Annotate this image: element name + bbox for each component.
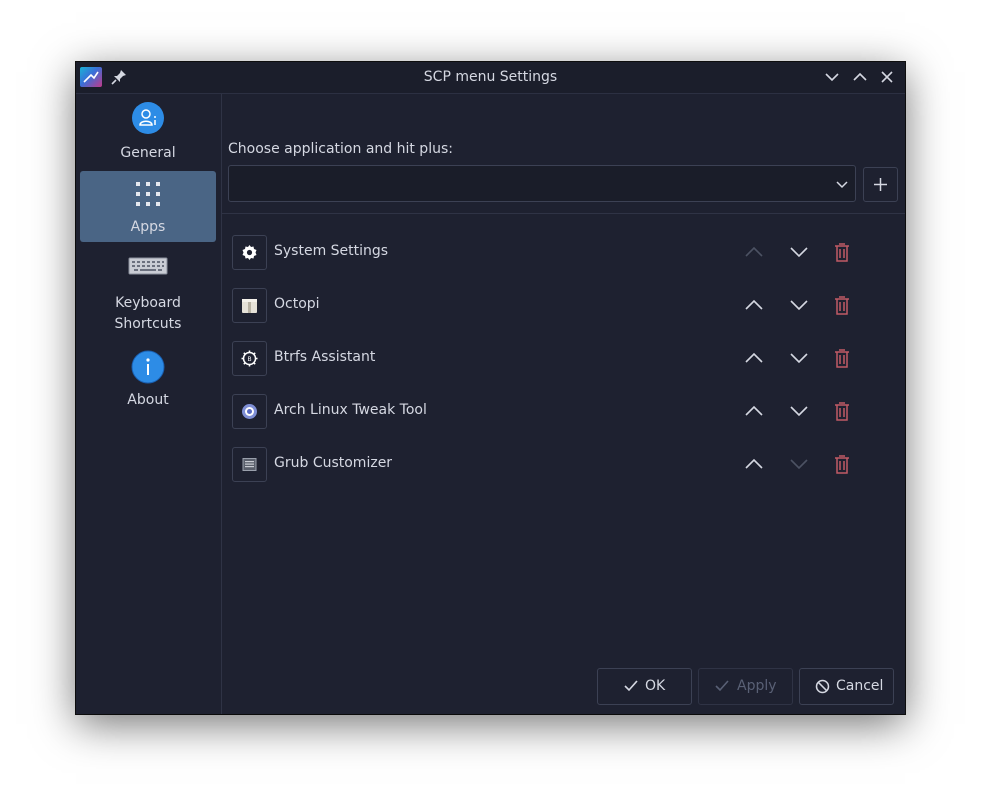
app-icon-frame: B <box>232 341 267 376</box>
trash-icon[interactable] <box>831 241 853 263</box>
trash-icon[interactable] <box>831 347 853 369</box>
maximize-button[interactable] <box>852 69 868 85</box>
move-down-button[interactable] <box>788 400 810 422</box>
check-icon <box>715 680 729 692</box>
sidebar-item-label: General <box>120 145 176 161</box>
move-up-button[interactable] <box>743 347 765 369</box>
apply-button[interactable]: Apply <box>698 668 793 705</box>
sidebar-item-general[interactable]: General <box>80 98 216 168</box>
move-down-button[interactable] <box>788 241 810 263</box>
trash-icon[interactable] <box>831 400 853 422</box>
close-button[interactable] <box>879 69 895 85</box>
app-name: Octopi <box>274 296 320 312</box>
sidebar-item-label: About <box>127 392 169 408</box>
sidebar-item-label: Keyboard Shortcuts <box>114 295 182 332</box>
cancel-icon <box>815 679 830 694</box>
list-item: Octopi <box>232 288 892 324</box>
btrfs-gear-icon: B <box>241 350 258 367</box>
app-icon-frame <box>232 235 267 270</box>
list-item: B Btrfs Assistant <box>232 341 892 377</box>
package-icon <box>242 299 257 313</box>
app-icon-frame <box>232 394 267 429</box>
ok-label: OK <box>645 678 666 694</box>
sidebar: General Apps Keyboard Shortcuts About <box>76 94 222 714</box>
sidebar-item-about[interactable]: About <box>80 346 216 418</box>
app-name: System Settings <box>274 243 389 259</box>
move-up-button[interactable] <box>743 400 765 422</box>
grub-window-icon <box>242 458 257 471</box>
minimize-button[interactable] <box>824 69 840 85</box>
list-item: Arch Linux Tweak Tool <box>232 394 892 430</box>
gear-icon <box>242 245 257 260</box>
window-title: SCP menu Settings <box>423 69 558 85</box>
apply-label: Apply <box>737 678 777 694</box>
user-info-icon <box>132 102 164 134</box>
move-up-button[interactable] <box>743 241 765 263</box>
svg-text:B: B <box>247 356 251 363</box>
app-name: Arch Linux Tweak Tool <box>274 402 427 418</box>
trash-icon[interactable] <box>831 294 853 316</box>
chevron-down-icon <box>836 181 848 189</box>
cancel-label: Cancel <box>836 678 884 694</box>
move-down-button[interactable] <box>788 347 810 369</box>
tweak-ring-icon <box>242 404 257 419</box>
settings-window: SCP menu Settings General Apps Keyboard … <box>76 62 905 714</box>
cancel-button[interactable]: Cancel <box>799 668 894 705</box>
move-up-button[interactable] <box>743 453 765 475</box>
sidebar-item-label: Apps <box>130 219 166 235</box>
check-icon <box>624 680 638 692</box>
apps-grid-icon <box>136 182 160 206</box>
move-down-button[interactable] <box>788 453 810 475</box>
plus-icon <box>874 178 887 191</box>
divider <box>222 213 905 214</box>
sidebar-item-apps[interactable]: Apps <box>80 171 216 242</box>
title-bar: SCP menu Settings <box>76 62 905 94</box>
apps-panel: Choose application and hit plus: System … <box>222 94 905 714</box>
sidebar-item-keyboard-shortcuts[interactable]: Keyboard Shortcuts <box>80 246 216 338</box>
list-item: System Settings <box>232 235 892 271</box>
move-up-button[interactable] <box>743 294 765 316</box>
ok-button[interactable]: OK <box>597 668 692 705</box>
application-select[interactable] <box>228 165 856 202</box>
app-icon-frame <box>232 288 267 323</box>
app-icon-frame <box>232 447 267 482</box>
list-item: Grub Customizer <box>232 447 892 483</box>
app-name: Grub Customizer <box>274 455 393 471</box>
add-app-button[interactable] <box>863 167 898 202</box>
trash-icon[interactable] <box>831 453 853 475</box>
keyboard-icon <box>128 257 168 275</box>
move-down-button[interactable] <box>788 294 810 316</box>
info-icon <box>131 350 165 384</box>
choose-app-label: Choose application and hit plus: <box>228 141 453 157</box>
app-name: Btrfs Assistant <box>274 349 376 365</box>
